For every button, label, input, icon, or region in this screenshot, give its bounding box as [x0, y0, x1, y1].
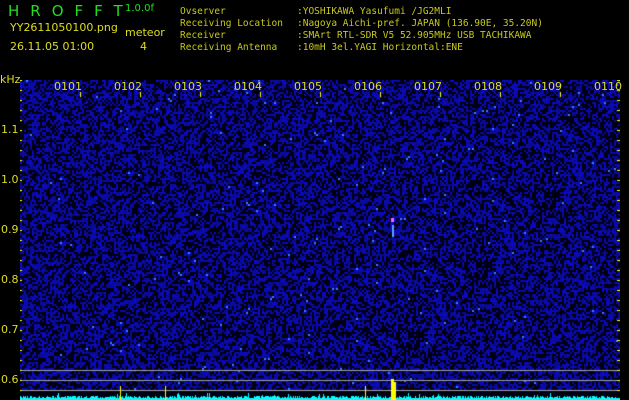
- meteor-count: 4: [140, 40, 147, 53]
- info-antenna: Receiving Antenna :10mH 3el.YAGI Horizont…: [180, 42, 463, 54]
- app-title: HROFFT: [8, 2, 134, 20]
- info-value: :10mH 3el.YAGI Horizontal:ENE: [297, 42, 463, 53]
- info-receiver: Receiver :SMArt RTL-SDR V5 52.905MHz USB …: [180, 30, 532, 42]
- x-tick-label: 0108: [474, 80, 502, 93]
- info-label: Receiving Location: [180, 18, 283, 29]
- y-tick-label: 1.0: [1, 173, 19, 186]
- meteor-label: meteor: [125, 26, 165, 39]
- x-tick-label: 0102: [114, 80, 142, 93]
- x-tick-label: 0107: [414, 80, 442, 93]
- info-label: Receiving Antenna: [180, 42, 278, 53]
- x-tick-label: 0105: [294, 80, 322, 93]
- x-tick-label: 0103: [174, 80, 202, 93]
- file-name: YY2611050100.png: [10, 21, 118, 34]
- y-tick-label: 0.6: [1, 373, 19, 386]
- x-tick-label: 0106: [354, 80, 382, 93]
- x-tick-label: 0110: [594, 80, 622, 93]
- y-tick-label: 1.1: [1, 123, 19, 136]
- x-tick-label: 0109: [534, 80, 562, 93]
- spectrogram-canvas: [20, 80, 620, 400]
- app-version: 1.0.0f: [125, 3, 154, 14]
- y-tick-label: 0.7: [1, 323, 19, 336]
- x-tick-label: 0104: [234, 80, 262, 93]
- info-observer: Ovserver :YOSHIKAWA Yasufumi /JG2MLI: [180, 6, 451, 18]
- info-label: Ovserver: [180, 6, 226, 17]
- info-value: :YOSHIKAWA Yasufumi /JG2MLI: [297, 6, 452, 17]
- x-tick-label: 0101: [54, 80, 82, 93]
- y-axis-unit: kHz: [0, 73, 21, 86]
- y-tick-label: 0.9: [1, 223, 19, 236]
- info-value: :SMArt RTL-SDR V5 52.905MHz USB TACHIKAW…: [297, 30, 532, 41]
- y-tick-label: 0.8: [1, 273, 19, 286]
- info-label: Receiver: [180, 30, 226, 41]
- info-value: :Nagoya Aichi-pref. JAPAN (136.90E, 35.2…: [297, 18, 543, 29]
- info-location: Receiving Location :Nagoya Aichi-pref. JA…: [180, 18, 543, 30]
- date-time: 26.11.05 01:00: [10, 40, 95, 53]
